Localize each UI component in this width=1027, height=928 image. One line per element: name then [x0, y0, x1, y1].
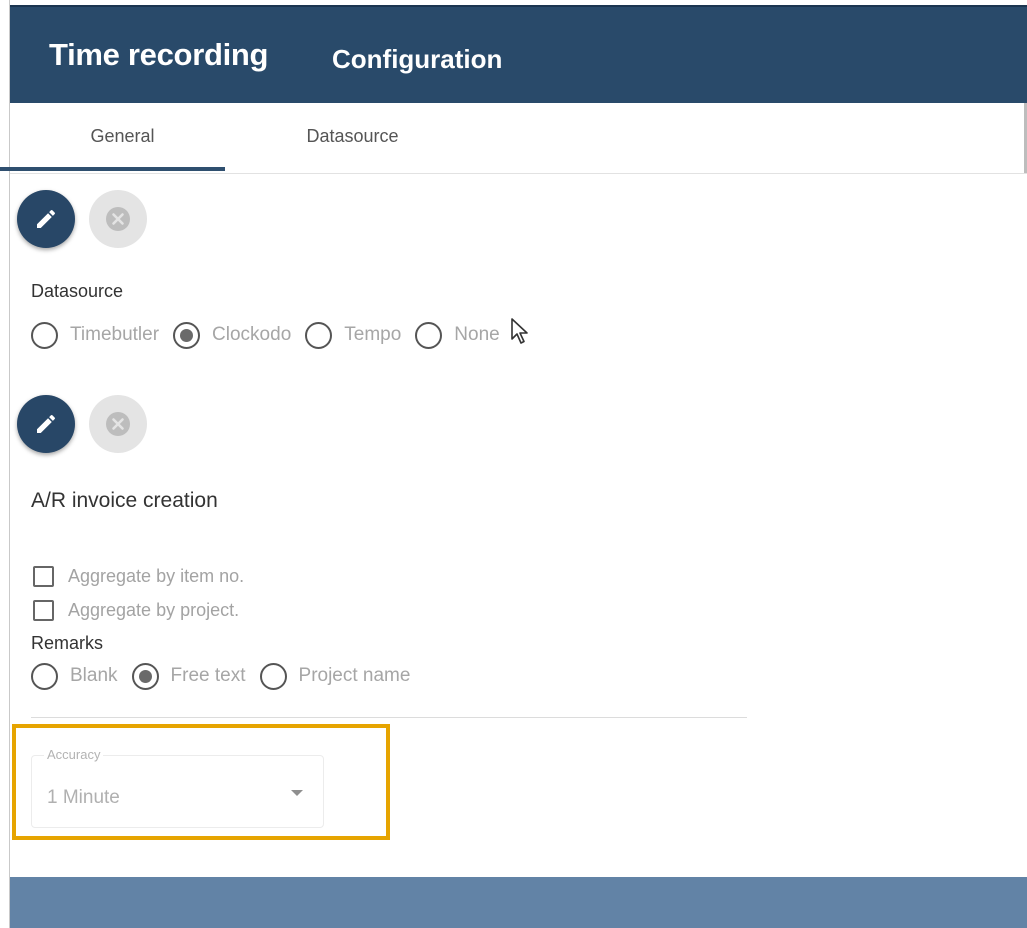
radio-circle[interactable] [415, 321, 443, 349]
page-subtitle: Configuration [332, 44, 503, 74]
radio-circle[interactable] [31, 662, 58, 690]
mouse-pointer-icon [511, 318, 528, 344]
tab-bar: General Datasource [10, 103, 1027, 174]
edit-datasource-button[interactable] [17, 190, 75, 248]
window-left-edge [0, 0, 10, 928]
accuracy-select[interactable]: Accuracy 1 Minute [31, 747, 324, 828]
bottom-bar [10, 877, 1027, 928]
pencil-icon [37, 414, 56, 433]
remarks-label: Remarks [31, 633, 104, 653]
radio-project-name[interactable]: Project name [259, 662, 411, 690]
radio-timebutler[interactable]: Timebutler [31, 321, 160, 349]
tab-datasource[interactable]: Datasource [240, 103, 465, 174]
radio-circle-checked[interactable] [131, 662, 159, 690]
radio-label: Timebutler [70, 324, 160, 345]
cancel-datasource-button[interactable] [89, 190, 147, 248]
active-tab-indicator [0, 167, 225, 171]
tab-general[interactable]: General [10, 103, 235, 174]
radio-free-text[interactable]: Free text [131, 662, 246, 690]
edit-invoice-button[interactable] [17, 395, 75, 453]
radio-circle[interactable] [259, 662, 287, 690]
chevron-down-icon[interactable] [291, 790, 303, 796]
close-circle-icon [106, 207, 130, 231]
close-circle-icon [106, 412, 130, 436]
cancel-invoice-button[interactable] [89, 395, 147, 453]
accuracy-value: 1 Minute [47, 787, 120, 808]
radio-circle-checked[interactable] [173, 321, 201, 349]
radio-blank[interactable]: Blank [31, 662, 118, 690]
pencil-icon [37, 209, 56, 228]
remarks-radio-group: Blank Free text Project name [31, 661, 424, 691]
datasource-label: Datasource [31, 281, 124, 301]
app-title: Time recording [49, 37, 269, 72]
radio-label: Tempo [344, 324, 402, 345]
radio-clockodo[interactable]: Clockodo [173, 321, 292, 349]
checkbox-label: Aggregate by project. [68, 600, 240, 620]
radio-circle[interactable] [305, 321, 333, 349]
radio-label: Clockodo [212, 324, 292, 345]
checkbox-label: Aggregate by item no. [68, 566, 245, 586]
datasource-radio-group: Timebutler Clockodo Tempo None [31, 320, 514, 350]
section-divider [31, 717, 747, 718]
checkbox-aggregate-item[interactable]: Aggregate by item no. [33, 566, 244, 587]
radio-label: Blank [70, 665, 118, 686]
radio-circle[interactable] [31, 321, 58, 349]
radio-tempo[interactable]: Tempo [305, 321, 402, 349]
accuracy-label: Accuracy [44, 747, 104, 762]
radio-none[interactable]: None [415, 321, 500, 349]
radio-label: Free text [170, 665, 246, 686]
checkbox-box[interactable] [33, 566, 54, 587]
radio-label: Project name [298, 665, 411, 686]
radio-label: None [454, 324, 500, 345]
checkbox-box[interactable] [33, 600, 54, 621]
app-header: Time recording Configuration [10, 5, 1027, 103]
invoice-heading: A/R invoice creation [31, 489, 218, 512]
checkbox-aggregate-project[interactable]: Aggregate by project. [33, 600, 239, 621]
